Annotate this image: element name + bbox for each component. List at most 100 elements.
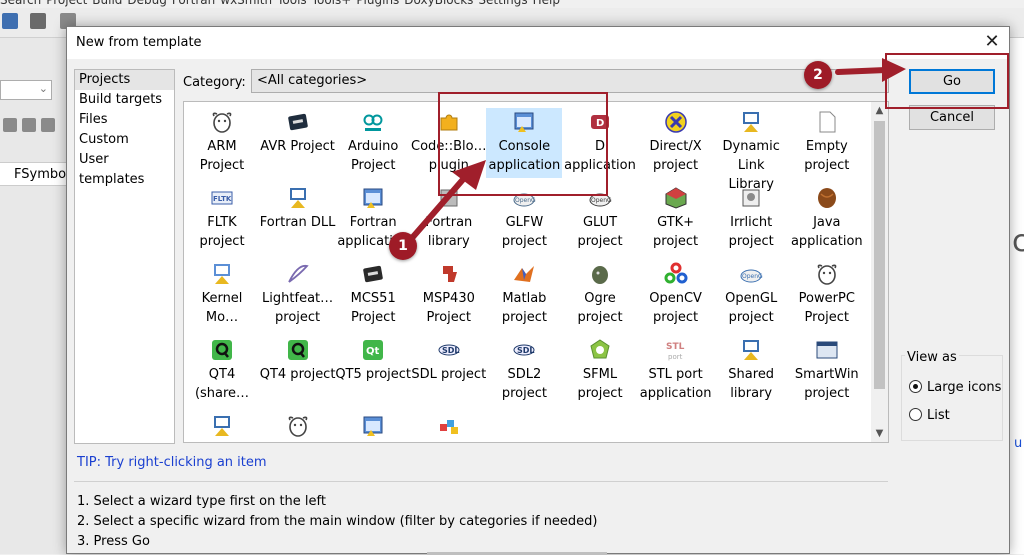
template-tile[interactable]: SFML project — [562, 336, 638, 406]
template-tile[interactable]: ARM Project — [184, 108, 260, 178]
nav-item-files[interactable]: Files — [75, 110, 174, 130]
template-tile-label: Irrlicht project — [728, 215, 774, 249]
svg-text:OpenGL: OpenGL — [515, 197, 536, 204]
template-tile[interactable] — [184, 412, 260, 442]
template-tile-label: GLUT project — [577, 215, 623, 249]
ide-scope-combo[interactable]: ⌄ — [0, 80, 52, 100]
ide-menu-item[interactable]: Build — [92, 0, 127, 7]
svg-text:SDL: SDL — [442, 346, 460, 355]
ide-menu-item[interactable]: Plugins — [356, 0, 404, 7]
editor-link-fragment[interactable]: u — [1014, 436, 1022, 451]
template-tile[interactable]: Lightfeat… project — [260, 260, 336, 330]
template-tile[interactable]: SDL SDL2 project — [486, 336, 562, 406]
svg-text:SDL: SDL — [517, 346, 535, 355]
template-tile[interactable]: PowerPC Project — [789, 260, 865, 330]
category-label: Category: — [183, 75, 246, 90]
template-tile-label: STL port application — [639, 367, 712, 401]
dialog-titlebar: New from template ✕ — [67, 27, 1009, 59]
template-tile-label: MSP430 Project — [422, 291, 475, 325]
dll-icon — [743, 112, 760, 132]
template-tile[interactable]: Direct/X project — [638, 108, 714, 178]
step-into-icon[interactable] — [22, 118, 36, 132]
template-tile[interactable]: OpenGL OpenGL project — [713, 260, 789, 330]
gnu-icon — [212, 112, 232, 133]
template-tile[interactable] — [411, 412, 487, 442]
chevron-down-icon: ⌄ — [38, 82, 48, 95]
ide-menu-item[interactable]: Tools+ — [312, 0, 357, 7]
template-tile-label: Direct/X project — [649, 139, 702, 173]
ide-menu-item[interactable]: Search — [0, 0, 46, 7]
template-tile[interactable]: GTK+ project — [638, 184, 714, 254]
svg-text:STL: STL — [666, 342, 685, 352]
template-tile-label: Ogre project — [577, 291, 623, 325]
template-tile[interactable]: MSP430 Project — [411, 260, 487, 330]
template-tile[interactable]: QT4 (share… — [184, 336, 260, 406]
template-tile[interactable]: Irrlicht project — [713, 184, 789, 254]
scroll-thumb[interactable] — [874, 121, 885, 389]
svg-text:OpenGL: OpenGL — [591, 197, 612, 204]
ide-tab-fsymbols[interactable]: FSymbo — [0, 162, 70, 186]
ide-menu-item[interactable]: Settings — [478, 0, 532, 7]
template-tile[interactable]: QT4 project — [260, 336, 336, 406]
radio-list[interactable]: List — [909, 408, 950, 423]
template-tile-label: PowerPC Project — [798, 291, 855, 325]
ide-menu-item[interactable]: Project — [46, 0, 92, 7]
template-tile-label: Fortran library — [425, 215, 473, 249]
qt-q-icon — [212, 340, 232, 360]
template-tile[interactable]: SmartWin project — [789, 336, 865, 406]
shared-lib-icon — [743, 340, 760, 360]
save-all-icon[interactable] — [2, 13, 18, 29]
step-out-icon[interactable] — [41, 118, 55, 132]
category-select[interactable]: <All categories> — [251, 69, 889, 93]
template-tile[interactable]: Matlab project — [486, 260, 562, 330]
ide-menu-item[interactable]: DoxyBlocks — [404, 0, 478, 7]
template-tile[interactable]: Shared library — [713, 336, 789, 406]
ide-menu-item[interactable]: wxSmith — [220, 0, 277, 7]
template-tile[interactable]: Kernel Mo… — [184, 260, 260, 330]
nav-item-user-templates[interactable]: User templates — [75, 150, 174, 187]
undo-icon[interactable] — [30, 13, 46, 29]
scroll-down-icon[interactable]: ▼ — [871, 425, 888, 442]
grid-scrollbar[interactable]: ▲ ▼ — [871, 102, 888, 442]
sfml-icon — [590, 339, 610, 359]
ide-menu-item[interactable]: Debug — [127, 0, 171, 7]
nav-item-build-targets[interactable]: Build targets — [75, 90, 174, 110]
svg-text:Qt: Qt — [366, 346, 380, 357]
divider — [74, 481, 888, 482]
svg-text:OpenGL: OpenGL — [742, 273, 763, 280]
template-tile[interactable]: Fortran DLL — [260, 184, 336, 254]
irrlicht-icon — [742, 189, 760, 207]
template-tile[interactable]: SDL SDL project — [411, 336, 487, 406]
template-tile[interactable]: MCS51 Project — [335, 260, 411, 330]
view-as-group: Large icons List — [901, 355, 1003, 441]
template-tile[interactable]: Empty project — [789, 108, 865, 178]
nav-item-projects[interactable]: Projects — [75, 70, 174, 90]
highlight-console-box — [438, 92, 608, 196]
template-tile-label: OpenCV project — [649, 291, 702, 325]
ide-menu-item[interactable]: Help — [533, 0, 565, 7]
template-tile[interactable]: Dynamic Link Library — [713, 108, 789, 192]
step-icon[interactable] — [3, 118, 17, 132]
ide-menu-item[interactable]: Tools — [277, 0, 312, 7]
template-tile-label: Matlab project — [501, 291, 547, 325]
gnu-icon — [288, 416, 307, 437]
close-icon[interactable]: ✕ — [981, 31, 1003, 53]
highlight-go-box — [885, 53, 1009, 109]
nav-item-custom[interactable]: Custom — [75, 130, 174, 150]
template-tile-label: ARM Project — [199, 139, 245, 173]
template-tile[interactable] — [260, 412, 336, 442]
template-tile[interactable]: Qt QT5 project — [335, 336, 411, 406]
template-tile[interactable]: OpenCV project — [638, 260, 714, 330]
template-tile[interactable] — [335, 412, 411, 442]
ide-menu-item[interactable]: Fortran — [172, 0, 220, 7]
template-tile[interactable]: Java application — [789, 184, 865, 254]
radio-large-icons[interactable]: Large icons — [909, 380, 1001, 395]
template-tile[interactable]: FLTK FLTK project — [184, 184, 260, 254]
template-tile-label: SFML project — [577, 367, 623, 401]
fortran-app-icon — [363, 188, 383, 208]
svg-text:port: port — [668, 353, 683, 361]
template-tile[interactable]: Ogre project — [562, 260, 638, 330]
template-tile[interactable]: Arduino Project — [335, 108, 411, 178]
template-tile[interactable]: AVR Project — [260, 108, 336, 178]
template-tile[interactable]: STL port STL port application — [638, 336, 714, 406]
